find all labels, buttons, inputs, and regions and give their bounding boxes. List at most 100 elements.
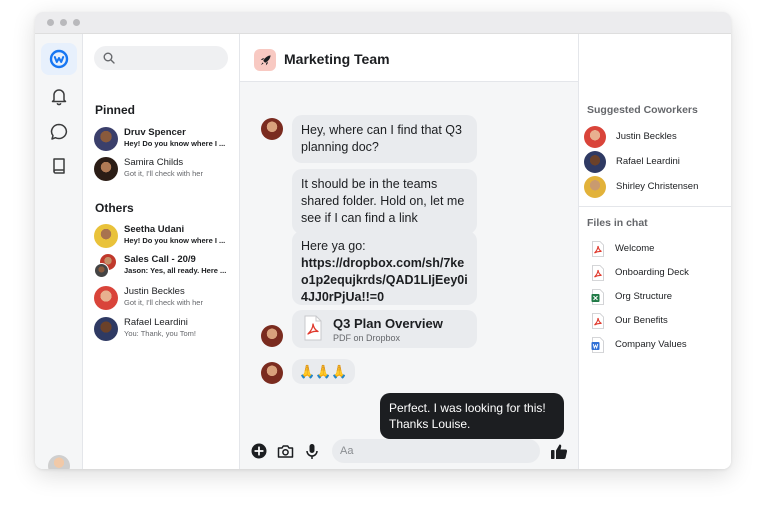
- conversation-list: Pinned Druv Spencer Hey! Do you know whe…: [83, 34, 240, 469]
- avatar: [584, 176, 606, 198]
- coworker-rafael-leardini[interactable]: Rafael Leardini: [584, 151, 724, 173]
- book-icon: [53, 158, 65, 174]
- message-bubble: Hey, where can I find that Q3 planning d…: [292, 115, 477, 163]
- avatar: [94, 157, 118, 181]
- nav-rail: [35, 34, 83, 469]
- conversation-name: Justin Beckles: [124, 286, 185, 297]
- search-input[interactable]: [120, 46, 220, 70]
- conversation-preview: Hey! Do you know where I ...: [124, 236, 226, 245]
- details-panel: Suggested Coworkers Justin Beckles Rafae…: [578, 34, 731, 469]
- file-item-welcome[interactable]: Welcome: [591, 240, 721, 258]
- message-input[interactable]: [332, 439, 540, 463]
- chat-title: Marketing Team: [284, 51, 390, 67]
- file-source: PDF on Dropbox: [333, 333, 401, 343]
- doc-file-icon: [591, 337, 604, 353]
- camera-button[interactable]: [276, 442, 294, 460]
- search-icon: [103, 52, 115, 64]
- file-item-onboarding-deck[interactable]: Onboarding Deck: [591, 264, 721, 282]
- group-avatar[interactable]: [254, 49, 276, 71]
- avatar: [584, 126, 606, 148]
- file-name: Our Benefits: [615, 315, 668, 326]
- avatar: [94, 317, 118, 341]
- workplace-logo-icon: [49, 49, 69, 69]
- files-in-chat-title: Files in chat: [587, 217, 648, 229]
- conversation-item-justin-beckles[interactable]: Justin Beckles Got it, I'll check with h…: [91, 285, 233, 311]
- pdf-file-icon: [592, 313, 604, 329]
- file-name: Welcome: [615, 243, 655, 254]
- avatar: [94, 127, 118, 151]
- avatar: [94, 224, 118, 248]
- conversation-name: Druv Spencer: [124, 127, 186, 138]
- conversation-item-seetha-udani[interactable]: Seetha Udani Hey! Do you know where I ..…: [91, 223, 233, 249]
- conversation-item-druv-spencer[interactable]: Druv Spencer Hey! Do you know where I ..…: [91, 126, 233, 152]
- window-close-button[interactable]: [47, 19, 54, 26]
- pdf-file-icon: [592, 265, 604, 281]
- pdf-file-icon: [304, 315, 322, 341]
- window-minimize-button[interactable]: [60, 19, 67, 26]
- file-item-company-values[interactable]: Company Values: [591, 336, 721, 354]
- plus-circle-icon: [251, 443, 267, 459]
- emoji-message: 🙏🙏🙏: [292, 359, 355, 384]
- my-profile-avatar[interactable]: [48, 455, 70, 469]
- file-item-our-benefits[interactable]: Our Benefits: [591, 312, 721, 330]
- conversation-item-rafael-leardini[interactable]: Rafael Leardini You: Thank, you Tom!: [91, 316, 233, 342]
- coworker-name: Rafael Leardini: [616, 156, 680, 167]
- like-button[interactable]: [550, 442, 568, 460]
- group-avatar: [94, 254, 118, 278]
- chat-header: Marketing Team: [240, 34, 578, 82]
- coworker-name: Justin Beckles: [616, 131, 677, 142]
- conversation-name: Rafael Leardini: [124, 317, 188, 328]
- conversation-preview: Hey! Do you know where I ...: [124, 139, 226, 148]
- conversation-preview: Got it, I'll check with her: [124, 169, 203, 178]
- avatar: [584, 151, 606, 173]
- voice-button[interactable]: [303, 442, 321, 460]
- file-item-org-structure[interactable]: Org Structure: [591, 288, 721, 306]
- sender-avatar: [261, 118, 283, 140]
- conversation-preview: You: Thank, you Tom!: [124, 329, 196, 338]
- camera-icon: [277, 444, 293, 458]
- message-text: Here ya go:: [301, 239, 366, 253]
- chat-bubble-icon: [50, 123, 68, 140]
- pdf-file-icon: [592, 241, 604, 257]
- suggested-coworkers-title: Suggested Coworkers: [587, 104, 698, 116]
- chats-button[interactable]: [41, 116, 77, 148]
- sender-avatar: [261, 325, 283, 347]
- chat-panel: Marketing Team Hey, where can I find tha…: [240, 34, 578, 469]
- conversation-name: Seetha Udani: [124, 224, 185, 235]
- excel-file-icon: [591, 289, 604, 305]
- dropbox-link[interactable]: https://dropbox.com/sh/7keo1p2equjkrds/Q…: [301, 255, 468, 306]
- message-composer: [240, 434, 578, 469]
- conversation-item-sales-call[interactable]: Sales Call - 20/9 Jason: Yes, all ready.…: [91, 253, 233, 279]
- divider: [579, 206, 731, 207]
- pinned-section-title: Pinned: [95, 103, 136, 117]
- knowledge-library-button[interactable]: [41, 150, 77, 182]
- notifications-button[interactable]: [41, 80, 77, 112]
- message-bubble: Here ya go: https://dropbox.com/sh/7keo1…: [292, 231, 477, 305]
- avatar: [94, 286, 118, 310]
- file-name: Q3 Plan Overview: [333, 316, 443, 331]
- app-window: Pinned Druv Spencer Hey! Do you know whe…: [35, 12, 731, 469]
- conversation-name: Samira Childs: [124, 157, 184, 168]
- file-name: Org Structure: [615, 291, 673, 302]
- conversation-preview: Got it, I'll check with her: [124, 298, 203, 307]
- sender-avatar: [261, 362, 283, 384]
- conversation-preview: Jason: Yes, all ready. Here ...: [124, 266, 227, 275]
- message-bubble: It should be in the teams shared folder.…: [292, 169, 477, 234]
- search-bar[interactable]: [94, 46, 228, 70]
- title-bar: [35, 12, 731, 34]
- bell-icon: [51, 89, 67, 106]
- my-message-bubble: Perfect. I was looking for this! Thanks …: [380, 393, 564, 439]
- workplace-home-button[interactable]: [41, 43, 77, 75]
- coworker-shirley-christensen[interactable]: Shirley Christensen: [584, 176, 724, 198]
- rocket-icon: [260, 54, 271, 65]
- add-button[interactable]: [250, 442, 268, 460]
- file-name: Company Values: [615, 339, 687, 350]
- conversation-item-samira-childs[interactable]: Samira Childs Got it, I'll check with he…: [91, 156, 233, 182]
- thumbs-up-icon: [551, 443, 568, 459]
- coworker-justin-beckles[interactable]: Justin Beckles: [584, 126, 724, 148]
- coworker-name: Shirley Christensen: [616, 181, 699, 192]
- file-attachment[interactable]: Q3 Plan Overview PDF on Dropbox: [292, 310, 477, 348]
- others-section-title: Others: [95, 201, 134, 215]
- conversation-name: Sales Call - 20/9: [124, 254, 196, 265]
- window-maximize-button[interactable]: [73, 19, 80, 26]
